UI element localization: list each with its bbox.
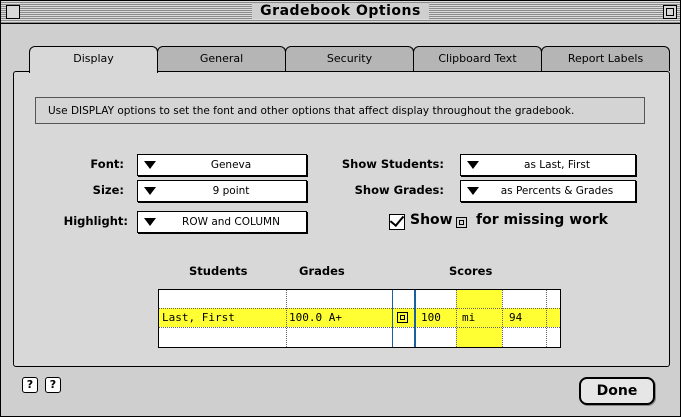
preview-score-3: 94 (509, 311, 523, 324)
help-button-2[interactable]: ? (45, 377, 61, 393)
preview-header-scores: Scores (449, 264, 493, 278)
show-students-value: as Last, First (524, 159, 590, 171)
font-popup[interactable]: Geneva (137, 154, 307, 176)
preview-grade: 100.0 A+ (289, 311, 342, 324)
preview-score-2: mi (462, 311, 476, 324)
preview-header-grades: Grades (299, 264, 345, 278)
column-divider (546, 290, 547, 347)
missing-work-icon (456, 217, 467, 228)
missing-work-icon (397, 312, 408, 323)
display-panel: Use DISPLAY options to set the font and … (13, 71, 670, 367)
font-value: Geneva (210, 159, 252, 171)
highlight-label: Highlight: (63, 214, 128, 228)
size-value: 9 point (212, 185, 250, 197)
show-missing-work-label-suffix: for missing work (476, 212, 608, 228)
highlight-value: ROW and COLUMN (182, 216, 280, 228)
preview-table: Last, First 100.0 A+ 100 mi 94 (158, 289, 561, 348)
size-popup[interactable]: 9 point (137, 180, 307, 202)
description-text: Use DISPLAY options to set the font and … (35, 97, 645, 124)
popup-arrow-icon (144, 187, 156, 195)
popup-arrow-icon (467, 161, 479, 169)
gradebook-options-window: Gradebook Options Display General Securi… (0, 0, 681, 417)
size-label: Size: (92, 183, 124, 197)
preview-score-1: 100 (421, 311, 441, 324)
tab-clipboard-text[interactable]: Clipboard Text (413, 46, 542, 71)
show-grades-value: as Percents & Grades (500, 185, 614, 197)
show-grades-popup[interactable]: as Percents & Grades (460, 180, 636, 202)
tab-security[interactable]: Security (285, 46, 414, 71)
collapse-box[interactable] (663, 5, 677, 19)
preview-student-name: Last, First (162, 311, 235, 324)
row-divider (159, 308, 560, 309)
tab-report-labels[interactable]: Report Labels (541, 46, 670, 71)
window-title-text: Gradebook Options (252, 3, 429, 19)
column-divider (502, 290, 503, 347)
title-bar[interactable]: Gradebook Options (1, 1, 680, 24)
tab-display[interactable]: Display (29, 46, 158, 73)
window-title: Gradebook Options (1, 3, 680, 19)
popup-arrow-icon (144, 218, 156, 226)
done-button[interactable]: Done (579, 377, 655, 405)
font-label: Font: (90, 157, 124, 171)
popup-arrow-icon (144, 161, 156, 169)
row-divider (159, 327, 560, 328)
column-divider (414, 290, 416, 347)
highlight-popup[interactable]: ROW and COLUMN (137, 211, 307, 233)
column-divider (456, 290, 457, 347)
column-divider (392, 290, 393, 347)
show-grades-label: Show Grades: (354, 183, 444, 197)
help-button-1[interactable]: ? (22, 377, 38, 393)
show-students-popup[interactable]: as Last, First (460, 154, 636, 176)
highlighted-row: Last, First 100.0 A+ 100 mi 94 (159, 308, 560, 327)
show-missing-work-label-prefix: Show (410, 212, 453, 228)
show-missing-work-checkbox[interactable] (389, 214, 405, 230)
column-divider (286, 290, 287, 347)
preview-header-students: Students (189, 264, 248, 278)
popup-arrow-icon (467, 187, 479, 195)
show-students-label: Show Students: (341, 157, 444, 171)
tab-general[interactable]: General (157, 46, 286, 71)
